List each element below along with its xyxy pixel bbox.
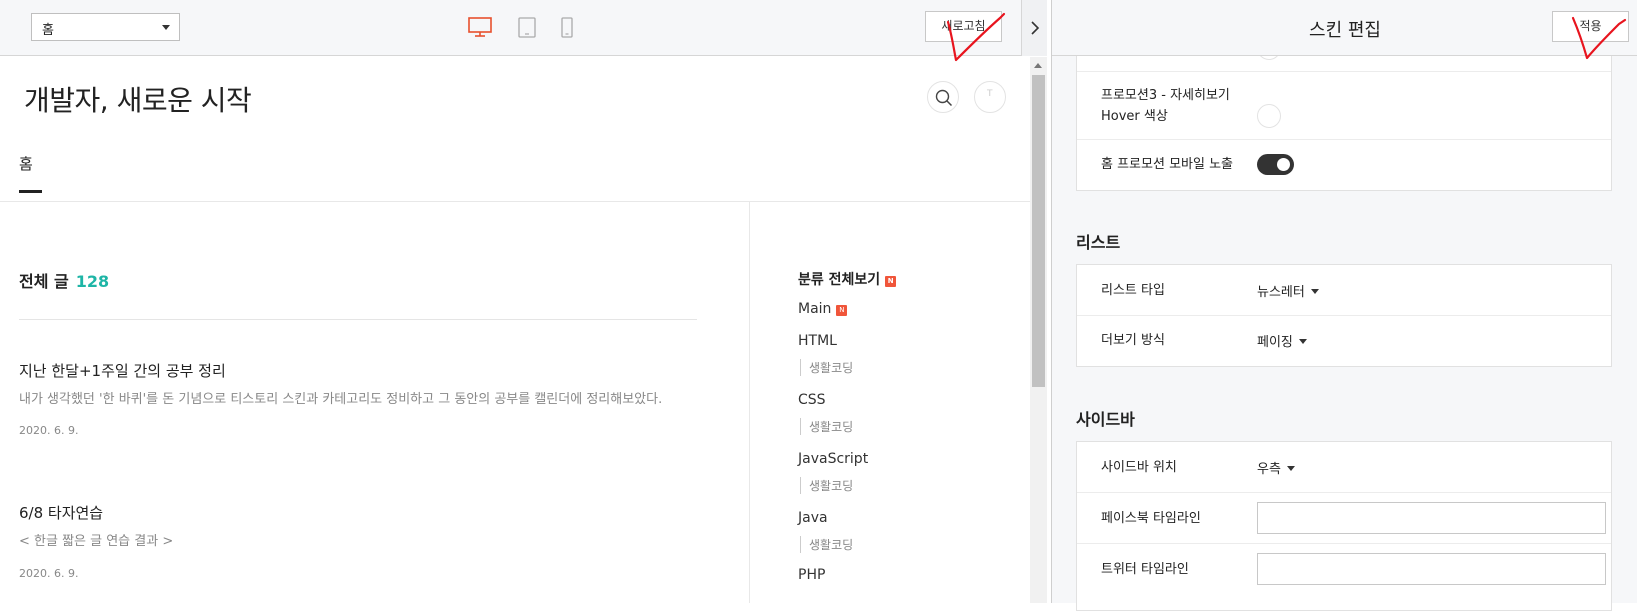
all-posts-count: 128	[75, 272, 110, 291]
settings-row: 사이드바 위치 우측	[1077, 442, 1611, 493]
sidebar-position-label: 사이드바 위치	[1101, 460, 1177, 475]
settings-row: 리스트 타입 뉴스레터	[1077, 265, 1611, 316]
new-badge: N	[836, 305, 848, 316]
post-item[interactable]: 6/8 타자연습 < 한글 짧은 글 연습 결과 > 2020. 6. 9.	[19, 502, 679, 580]
category-all-link[interactable]: 분류 전체보기 N	[798, 269, 998, 289]
caret-down-icon	[1298, 339, 1307, 344]
posts-divider	[19, 319, 697, 320]
category-item-html[interactable]: HTML	[798, 333, 837, 349]
settings-row: 프로모션3 - 자세히보기 Hover 색상	[1077, 72, 1611, 140]
editor-title: 스킨 편집	[1309, 20, 1381, 41]
settings-row: 페이스북 타임라인	[1077, 493, 1611, 544]
skin-edit-panel: 프로모션3 - 자세히보기 Hover 색상 홈 프로모션 모바일 노출 리스트…	[1051, 0, 1637, 611]
promo-hover-color-picker[interactable]	[1257, 104, 1281, 128]
promo-hover-color-label: 프로모션3 - 자세히보기 Hover 색상	[1101, 88, 1230, 124]
preview-pane: 홈 새로고침 개발자, 새로운 시작 T 홈 전체 글 128 지난 한달+1주…	[0, 0, 1047, 603]
profile-icon: T	[987, 89, 993, 99]
facebook-timeline-label: 페이스북 타임라인	[1101, 511, 1201, 526]
search-icon	[935, 89, 953, 107]
editor-header: 스킨 편집 적용	[1052, 0, 1637, 56]
more-method-dropdown[interactable]: 페이징	[1257, 331, 1307, 350]
settings-row: 홈 프로모션 모바일 노출	[1077, 140, 1611, 190]
category-subitem[interactable]: 생활코딩	[800, 536, 853, 553]
all-posts-label: 전체 글	[19, 272, 69, 291]
promo-mobile-label: 홈 프로모션 모바일 노출	[1101, 157, 1233, 172]
category-item-main[interactable]: Main N	[798, 301, 848, 317]
post-description: 내가 생각했던 '한 바퀴'를 돈 기념으로 티스토리 스킨과 카테고리도 정비…	[19, 392, 663, 407]
nav-active-underline	[19, 190, 42, 193]
caret-down-icon	[1286, 466, 1295, 471]
twitter-timeline-input[interactable]	[1257, 553, 1606, 585]
blog-search-button[interactable]	[927, 81, 959, 113]
nav-divider	[0, 201, 1030, 202]
caret-down-icon	[162, 25, 170, 30]
post-title[interactable]: 6/8 타자연습	[19, 502, 679, 523]
category-subitem[interactable]: 생활코딩	[800, 359, 853, 376]
post-item[interactable]: 지난 한달+1주일 간의 공부 정리 내가 생각했던 '한 바퀴'를 돈 기념으…	[19, 360, 679, 437]
column-divider	[749, 202, 750, 603]
category-subitem[interactable]: 생활코딩	[800, 418, 853, 435]
category-item-java[interactable]: Java	[798, 510, 828, 526]
list-section-title: 리스트	[1076, 233, 1121, 252]
new-badge: N	[885, 276, 897, 287]
tablet-icon[interactable]	[518, 17, 536, 42]
caret-down-icon	[1310, 289, 1319, 294]
list-type-value: 뉴스레터	[1257, 285, 1305, 300]
all-posts-heading: 전체 글 128	[19, 268, 109, 292]
category-item-javascript[interactable]: JavaScript	[798, 451, 868, 467]
category-item-css[interactable]: CSS	[798, 392, 826, 408]
list-type-dropdown[interactable]: 뉴스레터	[1257, 281, 1319, 300]
post-date: 2020. 6. 9.	[19, 424, 79, 437]
desktop-icon[interactable]	[468, 17, 492, 41]
settings-row: 트위터 타임라인	[1077, 544, 1611, 612]
mobile-icon[interactable]	[561, 17, 573, 42]
sidebar-position-value: 우측	[1257, 462, 1281, 477]
nav-home-link[interactable]: 홈	[19, 153, 33, 174]
scroll-up-icon[interactable]	[1034, 63, 1042, 68]
post-date: 2020. 6. 9.	[19, 567, 79, 580]
sidebar-section-title: 사이드바	[1076, 410, 1135, 429]
post-title[interactable]: 지난 한달+1주일 간의 공부 정리	[19, 360, 679, 381]
page-select-dropdown[interactable]: 홈	[31, 13, 180, 41]
settings-row: 더보기 방식 페이징	[1077, 316, 1611, 366]
category-label: Main	[798, 301, 832, 317]
more-method-label: 더보기 방식	[1101, 333, 1165, 348]
sidebar-settings-card: 사이드바 위치 우측 페이스북 타임라인 트위터 타임라인	[1076, 441, 1612, 611]
category-subitem[interactable]: 생활코딩	[800, 477, 853, 494]
list-type-label: 리스트 타입	[1101, 283, 1165, 298]
facebook-timeline-input[interactable]	[1257, 502, 1606, 534]
sidebar-position-dropdown[interactable]: 우측	[1257, 458, 1295, 477]
promo-mobile-toggle[interactable]	[1257, 154, 1294, 175]
chevron-right-icon	[1031, 21, 1040, 35]
more-method-value: 페이징	[1257, 335, 1293, 350]
preview-toolbar: 홈 새로고침	[0, 0, 1047, 56]
list-settings-card: 리스트 타입 뉴스레터 더보기 방식 페이징	[1076, 264, 1612, 367]
post-description: < 한글 짧은 글 연습 결과 >	[19, 534, 174, 549]
twitter-timeline-label: 트위터 타임라인	[1101, 562, 1189, 577]
blog-preview: 개발자, 새로운 시작 T 홈 전체 글 128 지난 한달+1주일 간의 공부 …	[0, 57, 1030, 603]
category-item-php[interactable]: PHP	[798, 567, 825, 583]
page-select-value: 홈	[42, 23, 54, 38]
scroll-thumb[interactable]	[1032, 75, 1045, 387]
apply-button[interactable]: 적용	[1552, 11, 1629, 42]
blog-profile-button[interactable]: T	[974, 81, 1006, 113]
category-all-label: 분류 전체보기	[798, 272, 881, 288]
collapse-panel-button[interactable]	[1021, 0, 1047, 56]
refresh-button[interactable]: 새로고침	[925, 11, 1002, 42]
blog-title[interactable]: 개발자, 새로운 시작	[24, 79, 252, 119]
category-list: 분류 전체보기 N Main N HTML 생활코딩 CSS 생활코딩 JavaSc…	[798, 269, 998, 583]
preview-scrollbar[interactable]	[1030, 57, 1047, 603]
